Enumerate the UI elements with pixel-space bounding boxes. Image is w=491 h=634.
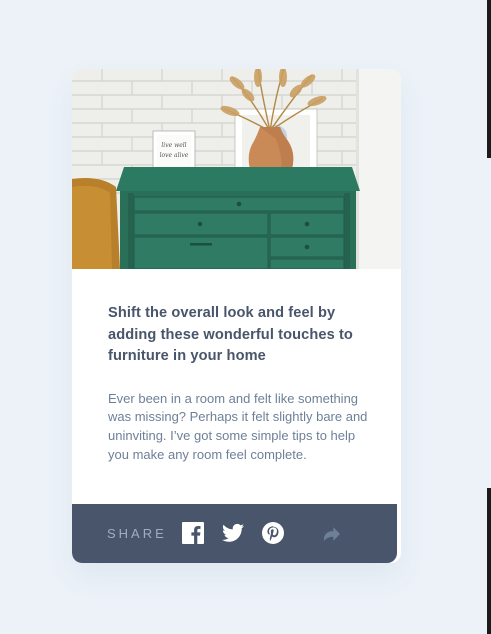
svg-text:love alive: love alive bbox=[160, 152, 189, 159]
share-label: SHARE bbox=[107, 526, 167, 541]
share-bar: SHARE bbox=[72, 504, 397, 563]
facebook-icon[interactable] bbox=[182, 522, 204, 544]
share-icon[interactable] bbox=[318, 520, 346, 548]
twitter-icon[interactable] bbox=[222, 522, 244, 544]
article-preview-card: live well love alive Shift the overall l… bbox=[72, 69, 401, 563]
card-content: Shift the overall look and feel by addin… bbox=[108, 303, 372, 465]
article-title[interactable]: Shift the overall look and feel by addin… bbox=[108, 303, 372, 368]
article-description: Ever been in a room and felt like someth… bbox=[108, 390, 368, 462]
drawers-image: live well love alive bbox=[72, 69, 401, 269]
window-edge-bottom bbox=[487, 488, 491, 634]
window-edge-top bbox=[487, 0, 491, 158]
pinterest-icon[interactable] bbox=[262, 522, 284, 544]
svg-text:live well: live well bbox=[161, 142, 186, 149]
